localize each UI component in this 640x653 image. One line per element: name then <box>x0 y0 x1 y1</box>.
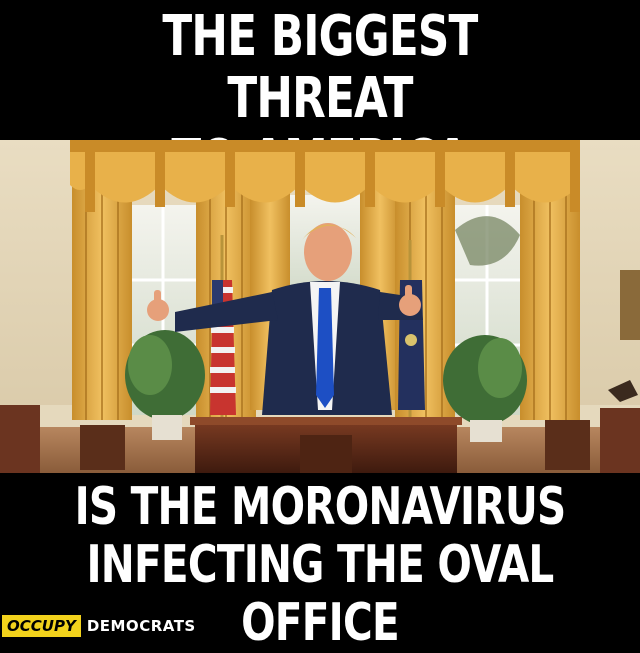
brand-democrats-label: DEMOCRATS <box>86 617 196 635</box>
top-caption-line-1: THE BIGGEST THREAT <box>162 4 478 131</box>
brand-occupy-label: OCCUPY <box>2 615 81 637</box>
bottom-caption-line-1: IS THE MORONAVIRUS <box>74 477 567 537</box>
resolute-desk <box>190 417 462 473</box>
brand-logo: OCCUPY DEMOCRATS <box>0 612 196 640</box>
oval-office-photo <box>0 140 640 473</box>
